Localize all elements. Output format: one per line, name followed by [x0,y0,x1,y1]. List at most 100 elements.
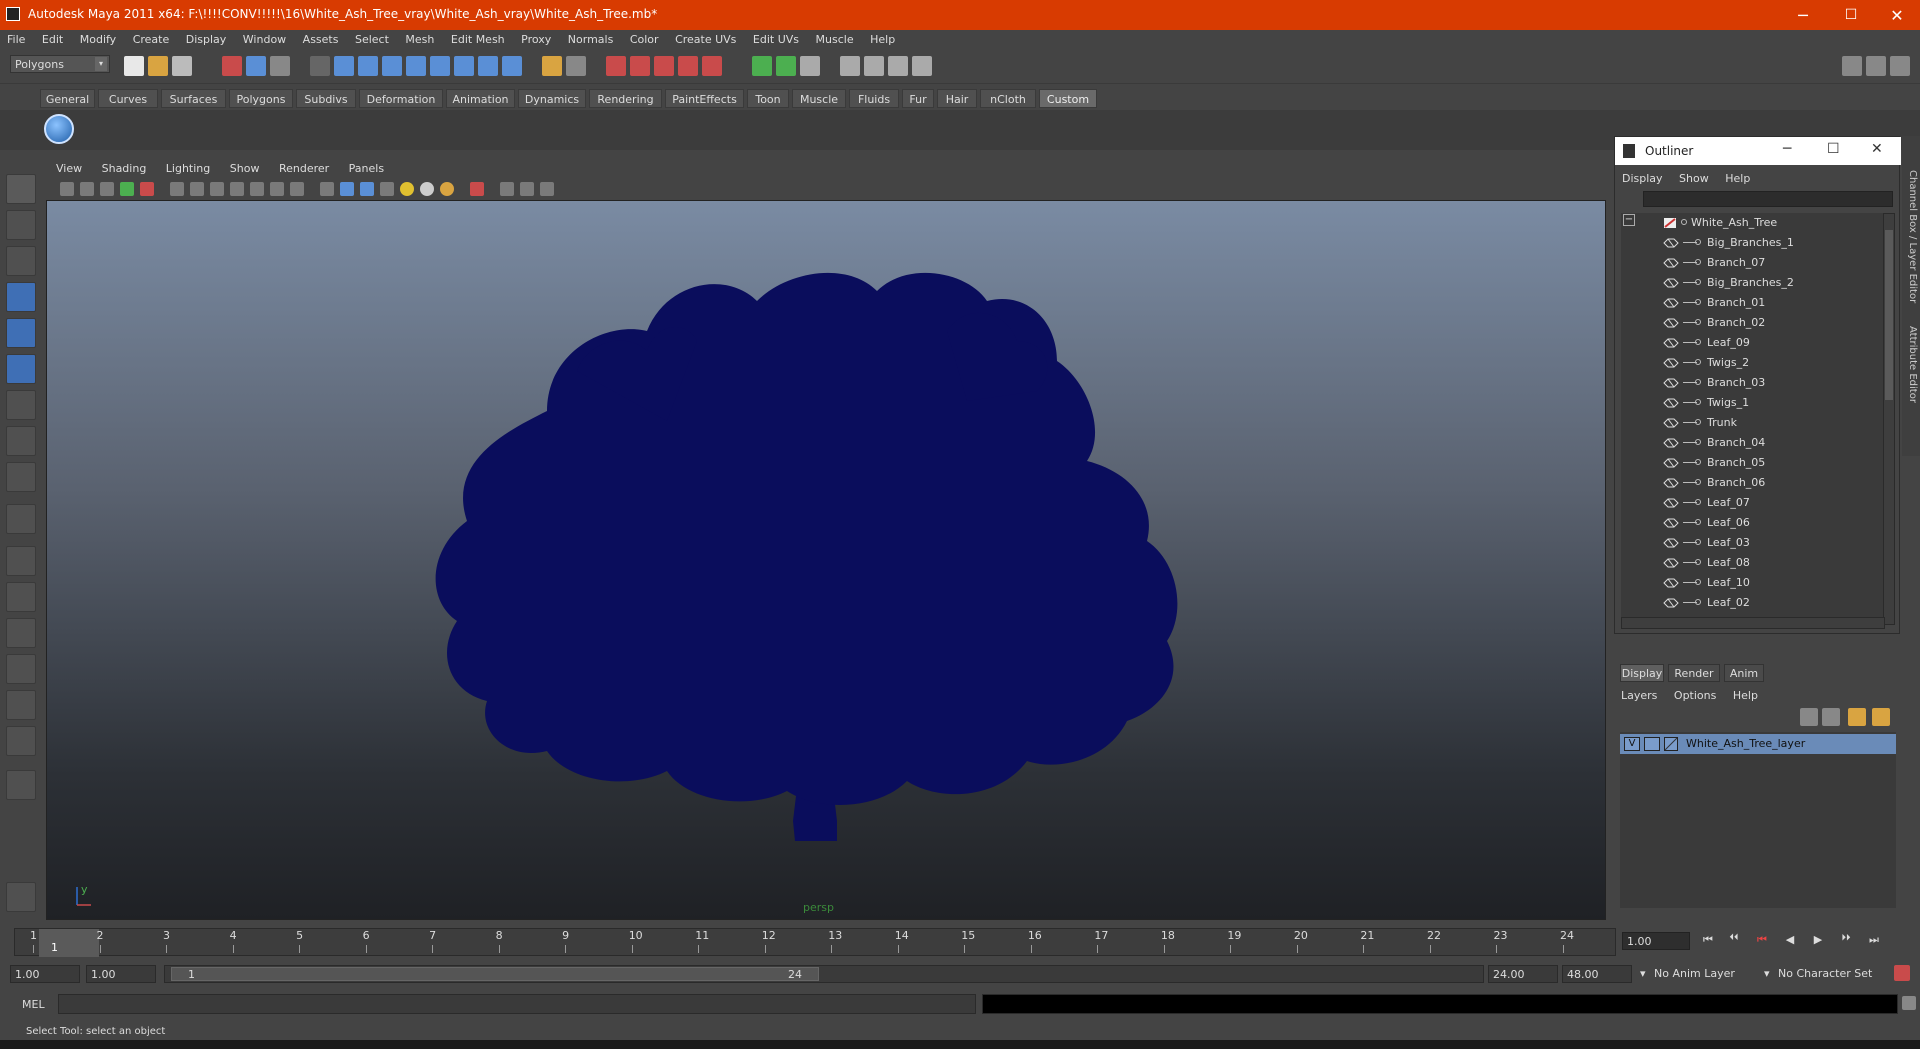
attribute-editor-tab[interactable]: Attribute Editor [1904,326,1918,403]
viewport-menu-shading[interactable]: Shading [92,160,153,175]
wireframe-icon[interactable] [320,182,334,196]
shelf-tab-painteffects[interactable]: PaintEffects [665,89,744,108]
menu-file[interactable]: File [0,30,31,46]
shelf-tab-custom[interactable]: Custom [1039,89,1097,108]
outliner-minimize-button[interactable]: ─ [1783,141,1791,157]
menu-display[interactable]: Display [179,30,233,46]
select-component-icon[interactable] [270,56,290,76]
menu-normals[interactable]: Normals [561,30,620,46]
mask-icon[interactable] [310,56,330,76]
outliner-horizontal-scrollbar[interactable] [1621,617,1885,629]
select-object-icon[interactable] [246,56,266,76]
snap-point-icon[interactable] [382,56,402,76]
move-tool-icon[interactable] [6,282,36,312]
menu-modify[interactable]: Modify [73,30,122,46]
quick-layout-icon[interactable] [6,882,36,912]
menu-color[interactable]: Color [623,30,665,46]
soft-mod-tool-icon[interactable] [6,426,36,456]
outliner-item[interactable]: Twigs_1 [1621,393,1885,413]
outliner-item[interactable]: Leaf_03 [1621,533,1885,553]
select-hierarchy-icon[interactable] [222,56,242,76]
go-to-start-button[interactable]: ⏮ [1700,933,1716,949]
character-set-dropdown[interactable]: No Character Set [1774,965,1886,983]
input-ops-icon[interactable] [654,56,674,76]
outliner-tree[interactable]: − White_Ash_Tree Big_Branches_1 Branch_07… [1621,213,1885,625]
menu-help[interactable]: Help [863,30,901,46]
ipr-render-icon[interactable] [800,56,820,76]
symmetry-icon[interactable] [540,182,554,196]
menu-edit[interactable]: Edit [35,30,69,46]
attribute-editor-toggle-icon[interactable] [1842,56,1862,76]
hypershade-icon[interactable] [864,56,884,76]
current-frame-field[interactable]: 1.00 [1622,932,1690,950]
lasso-tool-icon[interactable] [6,210,36,240]
safe-action-icon[interactable] [270,182,284,196]
outliner-item[interactable]: Big_Branches_2 [1621,273,1885,293]
help-icon[interactable] [502,56,522,76]
new-layer-icon[interactable] [1848,708,1866,726]
shelf-tab-muscle[interactable]: Muscle [792,89,846,108]
shelf-tab-fluids[interactable]: Fluids [849,89,899,108]
outliner-layout-icon[interactable] [6,618,36,648]
layer-tab-display[interactable]: Display [1620,664,1664,682]
menu-muscle[interactable]: Muscle [809,30,860,46]
shelf-tab-polygons[interactable]: Polygons [229,89,293,108]
last-tool-icon[interactable] [6,462,36,492]
character-set-dropdown-arrow[interactable]: ▾ [1760,965,1774,983]
white-ash-tree-model[interactable] [47,201,1606,920]
mel-command-input[interactable] [58,994,976,1014]
outliner-item[interactable]: Branch_02 [1621,313,1885,333]
menu-set-select[interactable]: Polygons ▾ [10,55,110,73]
command-language-label[interactable]: MEL [22,998,45,1011]
collapse-icon[interactable]: − [1623,214,1635,226]
shelf-tab-dynamics[interactable]: Dynamics [518,89,586,108]
time-slider-current-frame[interactable]: 1 [39,929,99,957]
smooth-shade-icon[interactable] [340,182,354,196]
high-quality-icon[interactable] [520,182,534,196]
graph-layout-icon[interactable] [6,654,36,684]
render-view-icon[interactable] [752,56,772,76]
history-icon[interactable] [606,56,626,76]
outliner-item[interactable]: Branch_01 [1621,293,1885,313]
shelf-tab-surfaces[interactable]: Surfaces [161,89,226,108]
viewport-menu-panels[interactable]: Panels [339,160,390,175]
shelf-tab-toon[interactable]: Toon [747,89,789,108]
bookmark-icon[interactable] [100,182,114,196]
outliner-item[interactable]: Branch_03 [1621,373,1885,393]
outliner-close-button[interactable]: ✕ [1871,141,1883,157]
lock-icon[interactable] [542,56,562,76]
layer-menu-layers[interactable]: Layers [1614,686,1663,702]
scale-tool-icon[interactable] [6,354,36,384]
safe-title-icon[interactable] [290,182,304,196]
lighting-default-icon[interactable] [400,182,414,196]
viewport-menu-view[interactable]: View [46,160,88,175]
four-pane-layout-icon[interactable] [6,582,36,612]
construction-icon[interactable] [630,56,650,76]
outliner-menu-help[interactable]: Help [1718,169,1756,185]
minimize-button[interactable]: ─ [1780,0,1826,30]
gate-mask-icon[interactable] [230,182,244,196]
layer-row[interactable]: V White_Ash_Tree_layer [1620,734,1896,754]
viewport-menu-renderer[interactable]: Renderer [269,160,335,175]
outliner-item[interactable]: Leaf_10 [1621,573,1885,593]
channel-box-tab[interactable]: Channel Box / Layer Editor [1904,170,1918,303]
outliner-item[interactable]: Branch_07 [1621,253,1885,273]
image-plane-icon[interactable] [120,182,134,196]
camera-attributes-icon[interactable] [80,182,94,196]
select-tool-icon[interactable] [6,174,36,204]
outliner-filter-input[interactable] [1643,191,1893,207]
menu-edit-mesh[interactable]: Edit Mesh [444,30,511,46]
move-layer-up-icon[interactable] [1800,708,1818,726]
snap-live-icon[interactable] [478,56,498,76]
menu-create-uvs[interactable]: Create UVs [668,30,742,46]
hypergraph-layout-icon[interactable] [6,690,36,720]
menu-select[interactable]: Select [348,30,395,46]
selection-lock-icon[interactable] [566,56,586,76]
single-pane-layout-icon[interactable] [6,546,36,576]
outliner-item[interactable]: Leaf_09 [1621,333,1885,353]
render-frame-icon[interactable] [776,56,796,76]
film-gate-icon[interactable] [190,182,204,196]
lighting-all-icon[interactable] [420,182,434,196]
shelf-tab-subdivs[interactable]: Subdivs [296,89,356,108]
go-to-end-button[interactable]: ⏭ [1866,933,1882,949]
